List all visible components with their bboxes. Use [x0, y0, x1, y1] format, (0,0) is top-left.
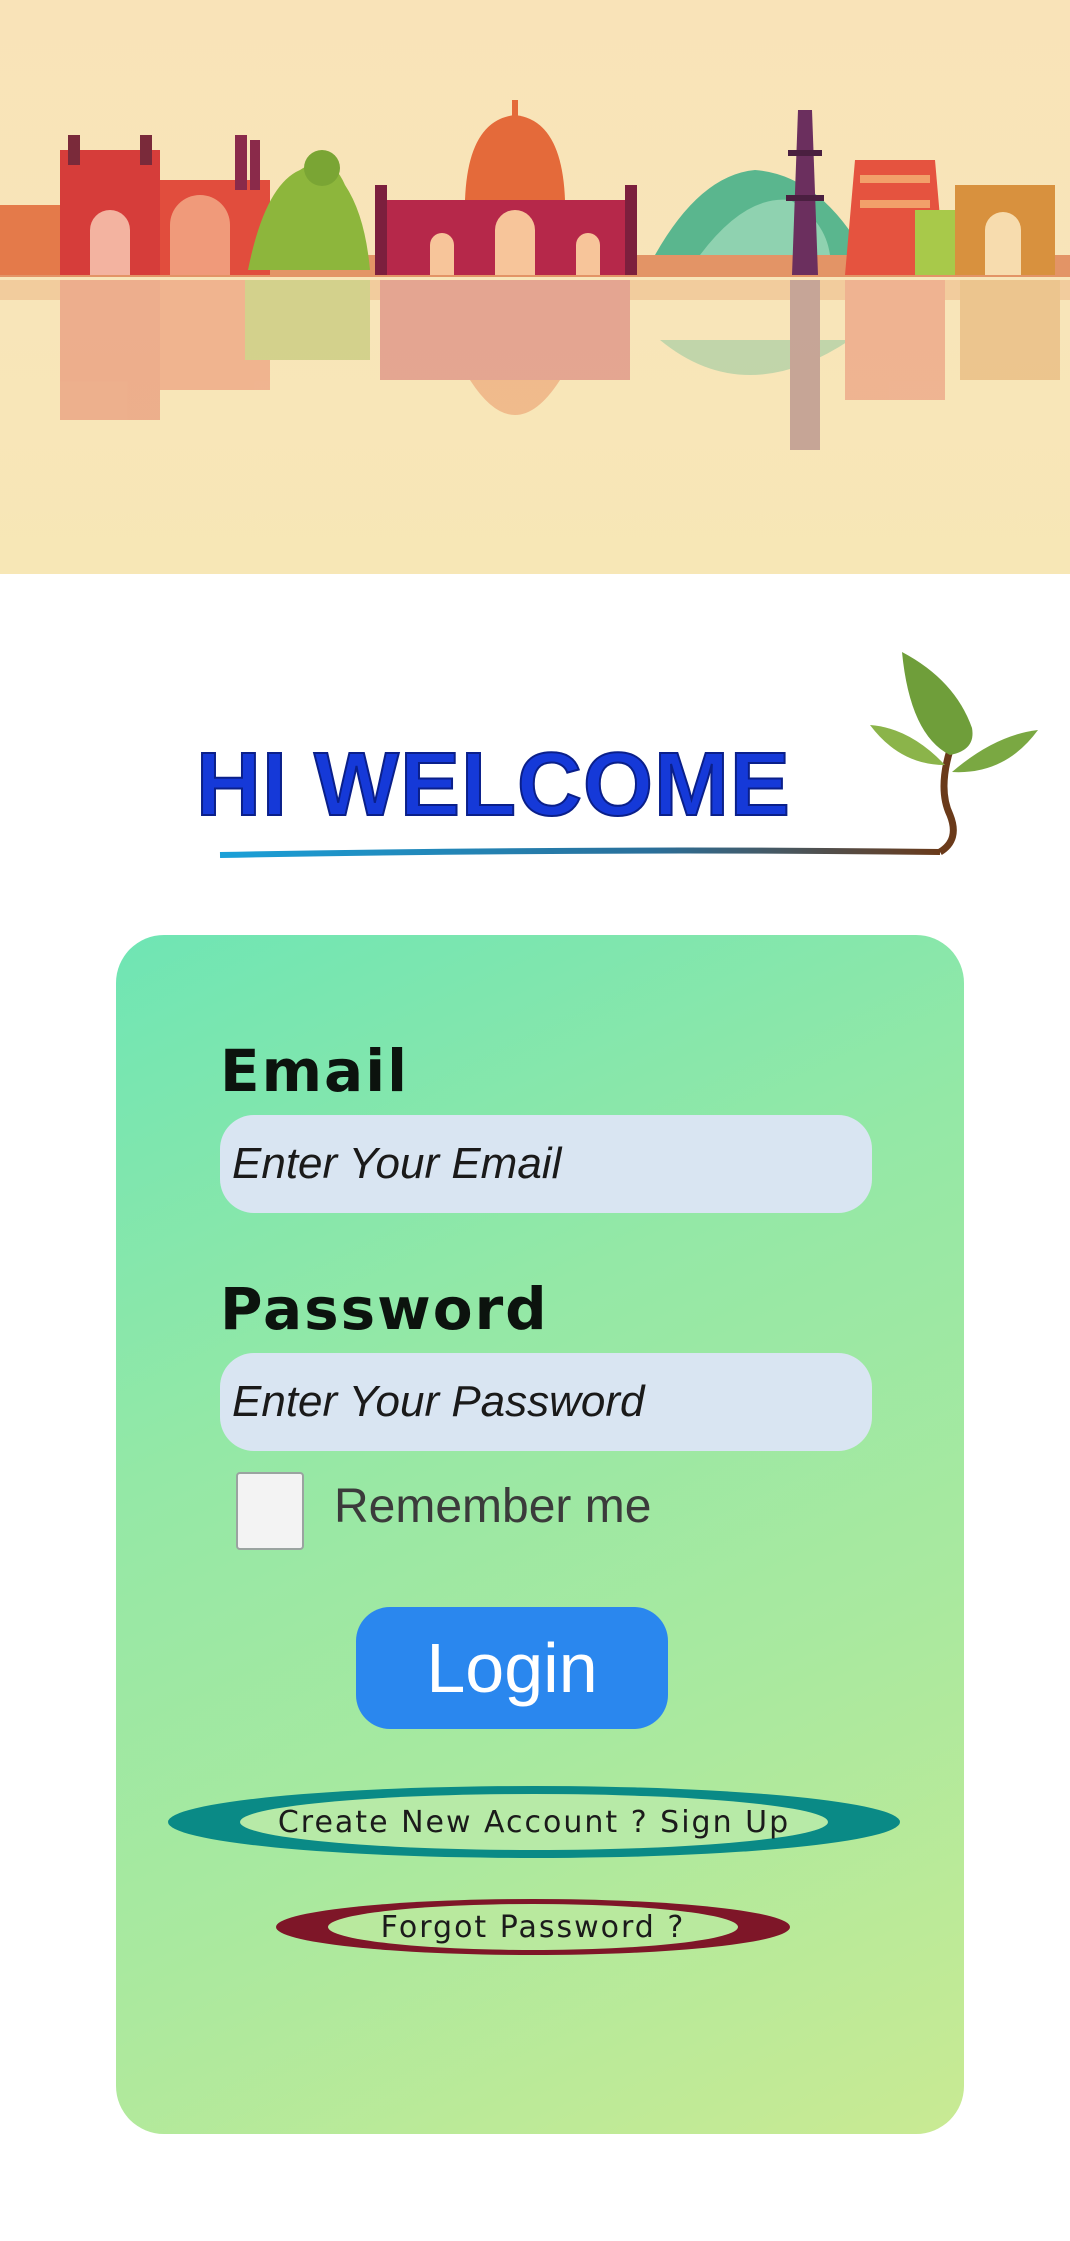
welcome-header: HI WELCOME [190, 640, 1050, 870]
leaf-sprout-icon [870, 652, 1038, 856]
password-input[interactable] [220, 1353, 872, 1451]
password-label: Password [220, 1275, 549, 1343]
banner-skyline-image [0, 0, 1070, 574]
login-card: Email Password Remember me Login Create … [116, 935, 964, 2134]
forgot-password-link[interactable]: Forgot Password ? [276, 1899, 790, 1955]
email-label: Email [220, 1037, 409, 1105]
forgot-password-label[interactable]: Forgot Password ? [328, 1904, 738, 1950]
skyline-illustration [0, 100, 1070, 450]
login-button[interactable]: Login [356, 1607, 668, 1729]
signup-link-label[interactable]: Create New Account ? Sign Up [240, 1794, 828, 1850]
remember-me-label[interactable]: Remember me [334, 1479, 651, 1534]
email-input[interactable] [220, 1115, 872, 1213]
remember-me-checkbox[interactable] [236, 1472, 304, 1550]
signup-link[interactable]: Create New Account ? Sign Up [168, 1786, 900, 1858]
